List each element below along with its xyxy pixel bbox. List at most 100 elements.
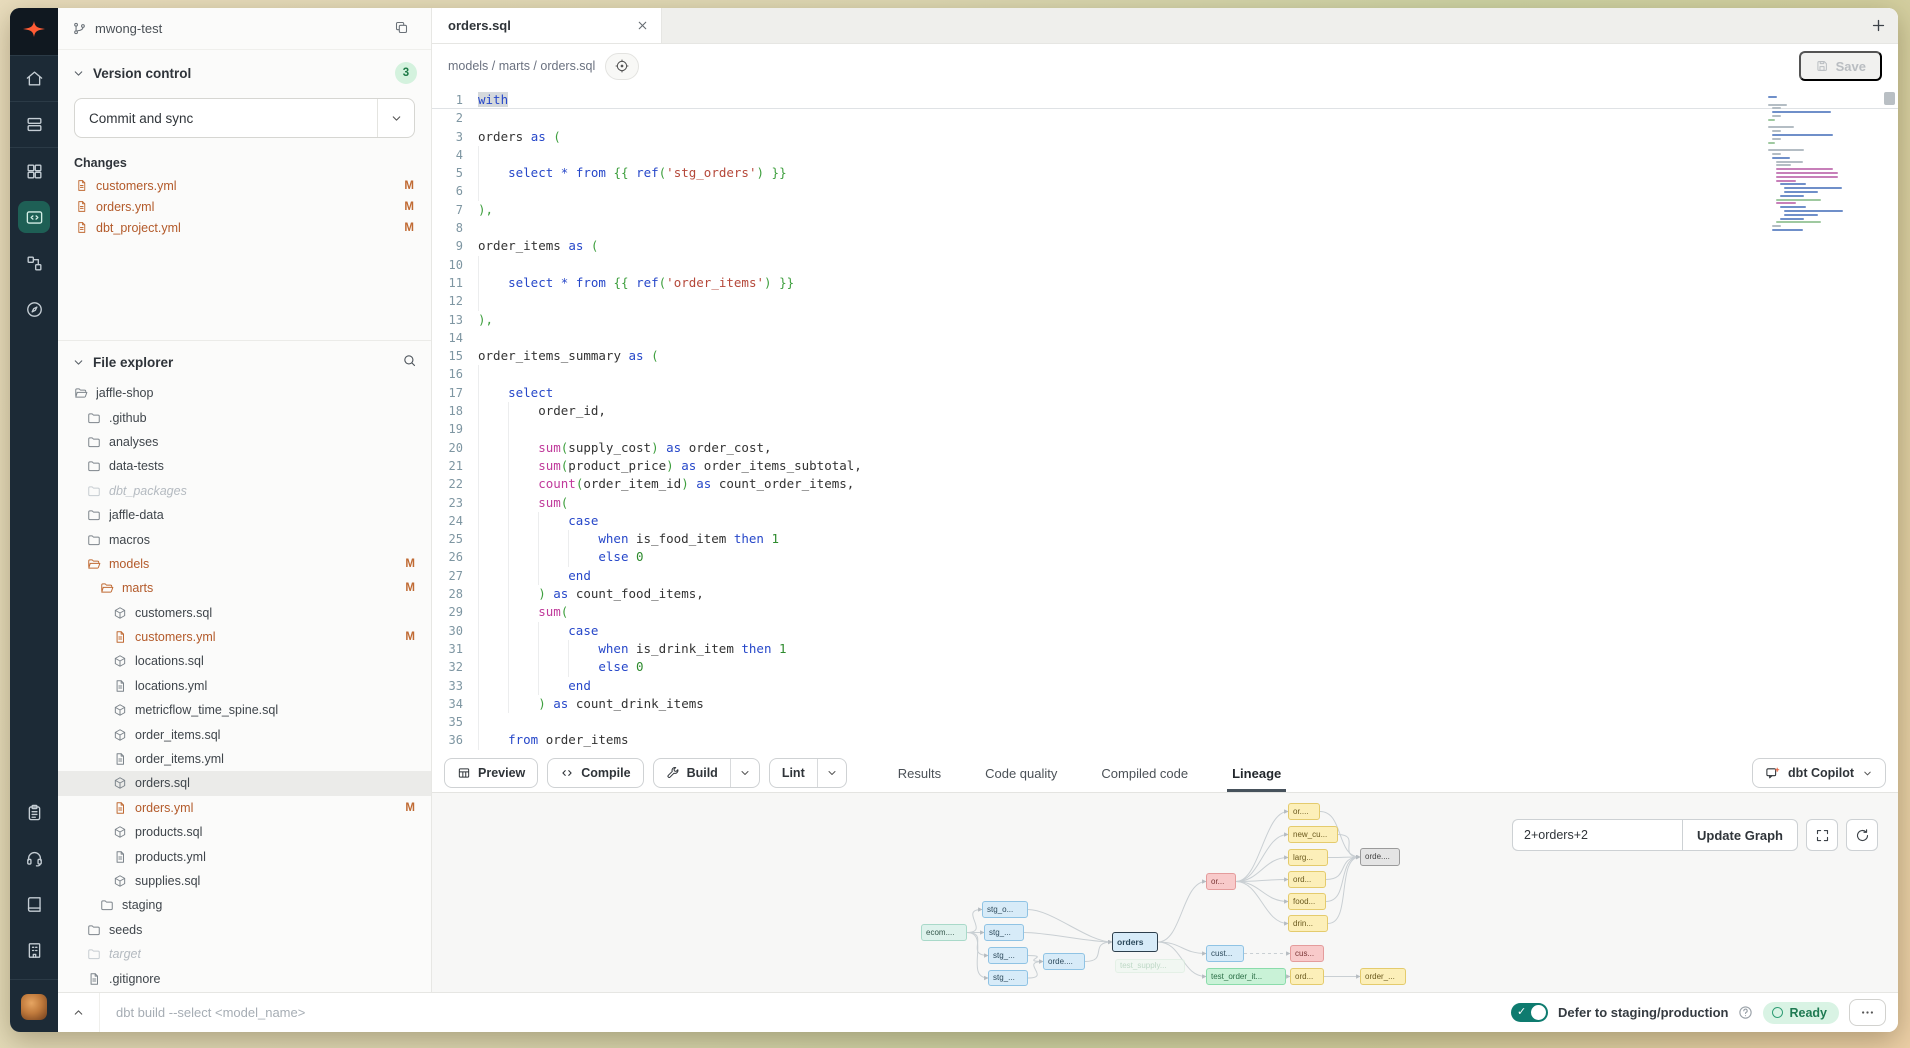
lineage-node-ghost1[interactable]: test_supply... (1115, 959, 1185, 973)
tree-item-order_items.sql[interactable]: order_items.sql (58, 722, 431, 746)
tree-item-macros[interactable]: macros (58, 527, 431, 551)
preview-button[interactable]: Preview (444, 758, 538, 788)
tree-item-seeds[interactable]: seeds (58, 918, 431, 942)
rail-item-support[interactable] (10, 835, 58, 881)
tree-item-marts[interactable]: martsM (58, 576, 431, 600)
code-line-7[interactable]: 7), (432, 201, 1898, 219)
tree-item-customers.yml[interactable]: customers.ymlM (58, 625, 431, 649)
code-line-14[interactable]: 14 (432, 329, 1898, 347)
lineage-node-new_cu[interactable]: new_cu... (1288, 826, 1338, 843)
tree-item-data-tests[interactable]: data-tests (58, 454, 431, 478)
code-line-10[interactable]: 10 (432, 256, 1898, 274)
rail-item-home[interactable] (10, 56, 58, 102)
command-input[interactable] (100, 1005, 1511, 1020)
lineage-node-orde_gray[interactable]: orde.... (1360, 848, 1400, 866)
tree-item-jaffle-data[interactable]: jaffle-data (58, 503, 431, 527)
code-line-5[interactable]: 5select * from {{ ref('stg_orders') }} (432, 164, 1898, 182)
build-dropdown[interactable] (730, 759, 759, 787)
tree-item-customers.sql[interactable]: customers.sql (58, 601, 431, 625)
tree-item-models[interactable]: modelsM (58, 552, 431, 576)
compile-button[interactable]: Compile (547, 758, 643, 788)
code-line-29[interactable]: 29sum( (432, 603, 1898, 621)
code-line-15[interactable]: 15order_items_summary as ( (432, 347, 1898, 365)
changed-file-dbt_project.yml[interactable]: dbt_project.ymlM (58, 217, 431, 238)
commit-options-dropdown[interactable] (378, 112, 414, 125)
lineage-node-larg[interactable]: larg... (1288, 849, 1328, 866)
code-line-12[interactable]: 12 (432, 292, 1898, 310)
save-button[interactable]: Save (1799, 51, 1882, 81)
help-icon[interactable] (1738, 1005, 1753, 1020)
code-line-31[interactable]: 31when is_drink_item then 1 (432, 640, 1898, 658)
lineage-node-orde1[interactable]: orde.... (1043, 953, 1085, 970)
lineage-node-ecom[interactable]: ecom.... (921, 924, 967, 941)
new-tab-button[interactable] (1858, 8, 1898, 43)
tree-item-metricflow_time_spine.sql[interactable]: metricflow_time_spine.sql (58, 698, 431, 722)
lineage-node-stg4[interactable]: stg_... (988, 970, 1028, 986)
rail-item-explore[interactable] (10, 286, 58, 332)
code-line-32[interactable]: 32else 0 (432, 658, 1898, 676)
rail-item-develop-ide[interactable] (10, 194, 58, 240)
tree-item-analyses[interactable]: analyses (58, 430, 431, 454)
lineage-node-stg3[interactable]: stg_... (988, 947, 1028, 964)
dbt-copilot-button[interactable]: dbt Copilot (1752, 758, 1886, 788)
tree-item-products.yml[interactable]: products.yml (58, 844, 431, 868)
code-line-28[interactable]: 28) as count_food_items, (432, 585, 1898, 603)
code-line-23[interactable]: 23sum( (432, 494, 1898, 512)
tree-item-jaffle-shop[interactable]: jaffle-shop (58, 381, 431, 405)
code-line-26[interactable]: 26else 0 (432, 548, 1898, 566)
tree-item-staging[interactable]: staging (58, 893, 431, 917)
defer-toggle[interactable]: ✓ (1511, 1003, 1548, 1022)
lineage-node-order_y3[interactable]: order_... (1360, 968, 1406, 985)
tree-item-.github[interactable]: .github (58, 405, 431, 429)
code-line-11[interactable]: 11select * from {{ ref('order_items') }} (432, 274, 1898, 292)
rail-item-apps[interactable] (10, 148, 58, 194)
copy-branch-button[interactable] (394, 20, 417, 38)
version-control-header[interactable]: Version control 3 (58, 50, 431, 92)
code-line-35[interactable]: 35 (432, 713, 1898, 731)
lint-button[interactable]: Lint (769, 758, 847, 788)
code-line-30[interactable]: 30case (432, 622, 1898, 640)
lineage-node-food[interactable]: food... (1288, 893, 1326, 910)
tree-item-products.sql[interactable]: products.sql (58, 820, 431, 844)
code-line-16[interactable]: 16 (432, 365, 1898, 383)
build-button[interactable]: Build (653, 758, 760, 788)
code-line-17[interactable]: 17select (432, 384, 1898, 402)
code-line-33[interactable]: 33end (432, 677, 1898, 695)
tree-item-order_items.yml[interactable]: order_items.yml (58, 747, 431, 771)
fullscreen-button[interactable] (1806, 819, 1838, 851)
tab-orders-sql[interactable]: orders.sql (432, 8, 662, 43)
rail-item-environments[interactable] (10, 102, 58, 148)
lineage-node-cust[interactable]: cust... (1206, 945, 1244, 962)
code-line-27[interactable]: 27end (432, 567, 1898, 585)
lineage-node-orders[interactable]: orders (1112, 932, 1158, 952)
tree-item-locations.sql[interactable]: locations.sql (58, 649, 431, 673)
view-lineage-button[interactable] (605, 53, 639, 80)
tab-results[interactable]: Results (893, 754, 946, 792)
changed-file-customers.yml[interactable]: customers.ymlM (58, 175, 431, 196)
code-line-18[interactable]: 18order_id, (432, 402, 1898, 420)
code-line-22[interactable]: 22count(order_item_id) as count_order_it… (432, 475, 1898, 493)
file-search-button[interactable] (402, 353, 417, 371)
code-line-36[interactable]: 36from order_items (432, 731, 1898, 749)
collapse-command-bar-button[interactable] (58, 993, 100, 1032)
rail-item-organization[interactable] (10, 927, 58, 973)
code-line-24[interactable]: 24case (432, 512, 1898, 530)
tree-item-locations.yml[interactable]: locations.yml (58, 674, 431, 698)
lineage-node-ord_y2[interactable]: ord... (1290, 968, 1324, 985)
tab-code-quality[interactable]: Code quality (980, 754, 1062, 792)
lineage-selector-input[interactable] (1512, 819, 1682, 851)
tree-item-supplies.sql[interactable]: supplies.sql (58, 869, 431, 893)
rail-item-docs[interactable] (10, 881, 58, 927)
lineage-node-or_pink[interactable]: or... (1206, 873, 1236, 890)
lint-dropdown[interactable] (817, 759, 846, 787)
code-line-19[interactable]: 19 (432, 420, 1898, 438)
rail-item-tasks[interactable] (10, 789, 58, 835)
file-explorer-header[interactable]: File explorer (58, 341, 431, 379)
code-line-37[interactable]: 37 (432, 750, 1898, 754)
tree-item-dbt_packages[interactable]: dbt_packages (58, 479, 431, 503)
code-line-6[interactable]: 6 (432, 182, 1898, 200)
tree-item-target[interactable]: target (58, 942, 431, 966)
editor-minimap[interactable] (1768, 96, 1832, 236)
code-line-1[interactable]: 1with (432, 91, 1898, 109)
code-line-8[interactable]: 8 (432, 219, 1898, 237)
